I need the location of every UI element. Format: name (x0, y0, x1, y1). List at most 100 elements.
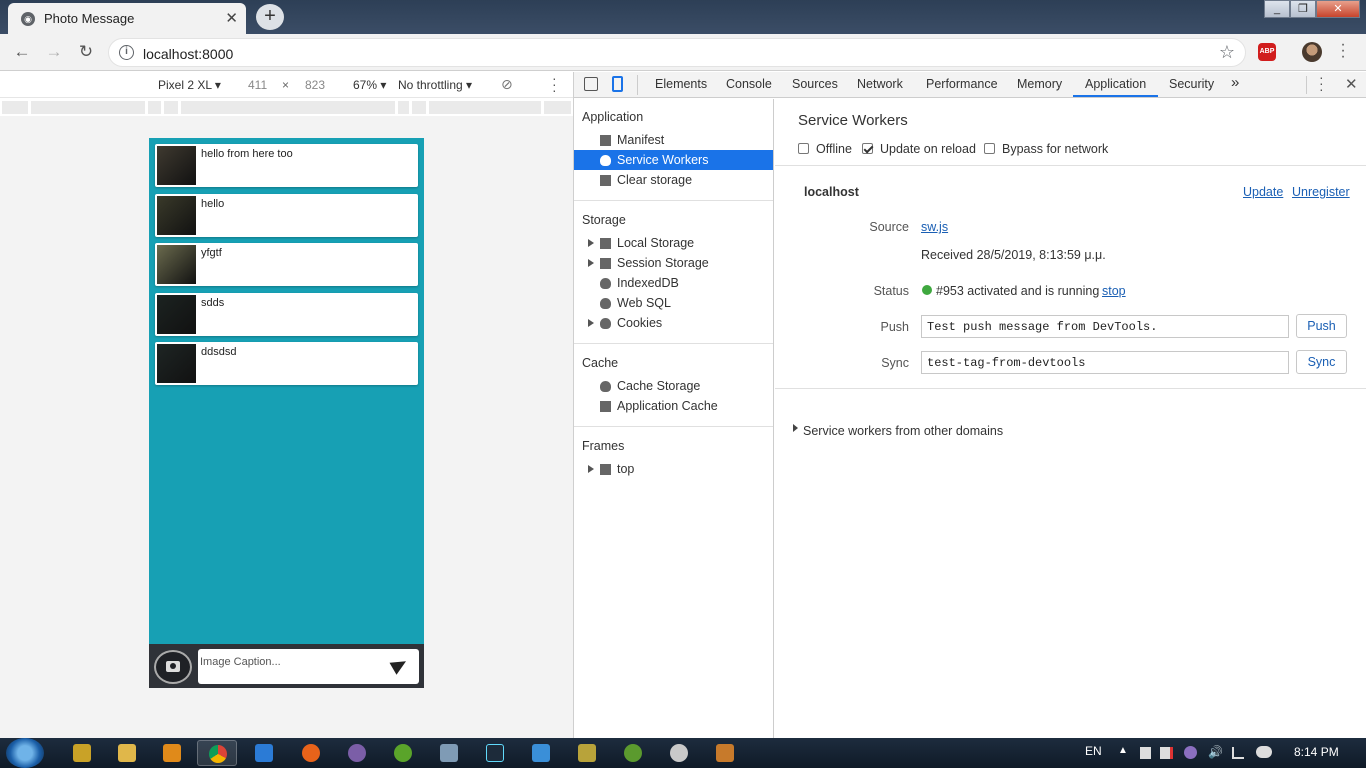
taskbar-app-window[interactable] (521, 740, 561, 766)
sidebar-item-cookies[interactable]: Cookies (574, 313, 773, 333)
taskbar-app-git[interactable] (62, 740, 102, 766)
taskbar-app-viber[interactable] (337, 740, 377, 766)
maximize-button[interactable]: ❐ (1290, 0, 1316, 18)
signal-icon[interactable] (1232, 747, 1244, 759)
taskbar-app-utorrent[interactable] (383, 740, 423, 766)
taskbar-app-vscode[interactable] (244, 740, 284, 766)
forward-arrow-icon[interactable]: → (43, 41, 65, 63)
language-indicator[interactable]: EN (1085, 744, 1102, 758)
expand-triangle-icon[interactable] (588, 465, 594, 473)
sidebar-item-manifest[interactable]: Manifest (574, 130, 773, 150)
ruler-segment[interactable] (412, 101, 426, 114)
checkbox-box[interactable] (862, 143, 873, 154)
taskbar-app-firefox[interactable] (291, 740, 331, 766)
tab-network[interactable]: Network (857, 77, 903, 91)
close-tab-icon[interactable]: ✕ (225, 9, 238, 27)
sidebar-item-session-storage[interactable]: Session Storage (574, 253, 773, 273)
ruler-segment[interactable] (2, 101, 28, 114)
taskbar-app-chrome[interactable] (197, 740, 237, 766)
taskbar-app-git2[interactable] (567, 740, 607, 766)
viber-tray-icon[interactable] (1184, 746, 1197, 759)
sidebar-item-indexeddb[interactable]: IndexedDB (574, 273, 773, 293)
source-link[interactable]: sw.js (921, 220, 948, 234)
caption-input[interactable] (200, 651, 380, 673)
taskbar-app-media[interactable] (152, 740, 192, 766)
bookmark-star-icon[interactable]: ☆ (1219, 42, 1235, 63)
close-devtools-icon[interactable]: ✕ (1345, 75, 1358, 93)
start-button[interactable] (6, 738, 44, 768)
info-icon[interactable]: i (119, 45, 134, 60)
clipboard-icon[interactable] (1140, 747, 1151, 759)
push-message-input[interactable]: Test push message from DevTools. (921, 315, 1289, 338)
device-select[interactable]: Pixel 2 XL ▾ (158, 78, 221, 92)
ruler-segment[interactable] (398, 101, 409, 114)
send-icon[interactable] (389, 655, 410, 675)
expand-triangle-icon[interactable] (588, 319, 594, 327)
browser-tab[interactable]: ◉ Photo Message ✕ (8, 3, 246, 34)
adblock-plus-icon[interactable]: ABP (1258, 43, 1276, 61)
sidebar-item-clear-storage[interactable]: Clear storage (574, 170, 773, 190)
sidebar-item-cache-storage[interactable]: Cache Storage (574, 376, 773, 396)
reload-icon[interactable]: ↻ (75, 41, 97, 63)
device-toggle-icon[interactable] (612, 76, 623, 92)
back-arrow-icon[interactable]: ← (11, 41, 33, 63)
sync-button[interactable]: Sync (1296, 350, 1347, 374)
taskbar-app-explorer[interactable] (107, 740, 147, 766)
expand-triangle-icon[interactable] (793, 424, 798, 432)
taskbar-app-react[interactable] (475, 740, 515, 766)
expand-triangle-icon[interactable] (588, 259, 594, 267)
device-height[interactable]: 823 (305, 78, 325, 92)
stop-link[interactable]: stop (1102, 284, 1126, 298)
push-button[interactable]: Push (1296, 314, 1347, 338)
taskbar-app-paint[interactable] (659, 740, 699, 766)
update-link[interactable]: Update (1243, 185, 1283, 199)
ruler-segment[interactable] (31, 101, 145, 114)
clock[interactable]: 8:14 PM (1294, 745, 1339, 759)
ruler-segment[interactable] (429, 101, 541, 114)
sync-tag-input[interactable]: test-tag-from-devtools (921, 351, 1289, 374)
taskbar-app-network[interactable] (429, 740, 469, 766)
minimize-button[interactable]: _ (1264, 0, 1290, 18)
ruler-segment[interactable] (181, 101, 395, 114)
volume-icon[interactable]: 🔊 (1208, 745, 1223, 759)
tab-performance[interactable]: Performance (926, 77, 998, 91)
tab-application[interactable]: Application (1085, 77, 1146, 91)
cloud-icon[interactable] (1256, 746, 1272, 758)
sidebar-item-application-cache[interactable]: Application Cache (574, 396, 773, 416)
caption-field[interactable] (198, 649, 419, 684)
throttling-select[interactable]: No throttling ▾ (398, 78, 472, 92)
camera-button[interactable] (154, 650, 192, 684)
other-domains-toggle[interactable]: Service workers from other domains (803, 424, 1003, 438)
profile-avatar[interactable] (1302, 42, 1322, 62)
new-tab-button[interactable]: + (256, 4, 284, 30)
rotate-icon[interactable]: ⊘ (501, 76, 513, 93)
tab-security[interactable]: Security (1169, 77, 1214, 91)
tab-elements[interactable]: Elements (655, 77, 707, 91)
checkbox-box[interactable] (984, 143, 995, 154)
close-window-button[interactable]: ✕ (1316, 0, 1360, 18)
ruler-segment[interactable] (544, 101, 571, 114)
sidebar-item-local-storage[interactable]: Local Storage (574, 233, 773, 253)
sidebar-item-top[interactable]: top (574, 459, 773, 479)
ruler-segment[interactable] (164, 101, 178, 114)
tab-console[interactable]: Console (726, 77, 772, 91)
show-hidden-icons-icon[interactable]: ▲ (1118, 745, 1128, 756)
device-width[interactable]: 411 (248, 78, 267, 92)
unregister-link[interactable]: Unregister (1292, 185, 1350, 199)
devtools-menu-icon[interactable]: · · · (1319, 70, 1324, 96)
sidebar-item-service-workers[interactable]: Service Workers (574, 150, 773, 170)
inspect-element-icon[interactable] (584, 77, 598, 91)
more-tabs-icon[interactable]: » (1231, 74, 1239, 91)
tab-sources[interactable]: Sources (792, 77, 838, 91)
browser-menu-icon[interactable]: · · · (1338, 37, 1348, 65)
taskbar-app-photo[interactable] (705, 740, 745, 766)
flag-icon[interactable] (1160, 747, 1173, 759)
url-text[interactable]: localhost:8000 (143, 46, 233, 62)
sidebar-item-web-sql[interactable]: Web SQL (574, 293, 773, 313)
address-bar[interactable]: i localhost:8000 ☆ (108, 38, 1246, 67)
ruler-segment[interactable] (148, 101, 161, 114)
device-menu-icon[interactable]: · · · (552, 71, 557, 97)
zoom-select[interactable]: 67% ▾ (353, 78, 386, 92)
checkbox-box[interactable] (798, 143, 809, 154)
tab-memory[interactable]: Memory (1017, 77, 1062, 91)
